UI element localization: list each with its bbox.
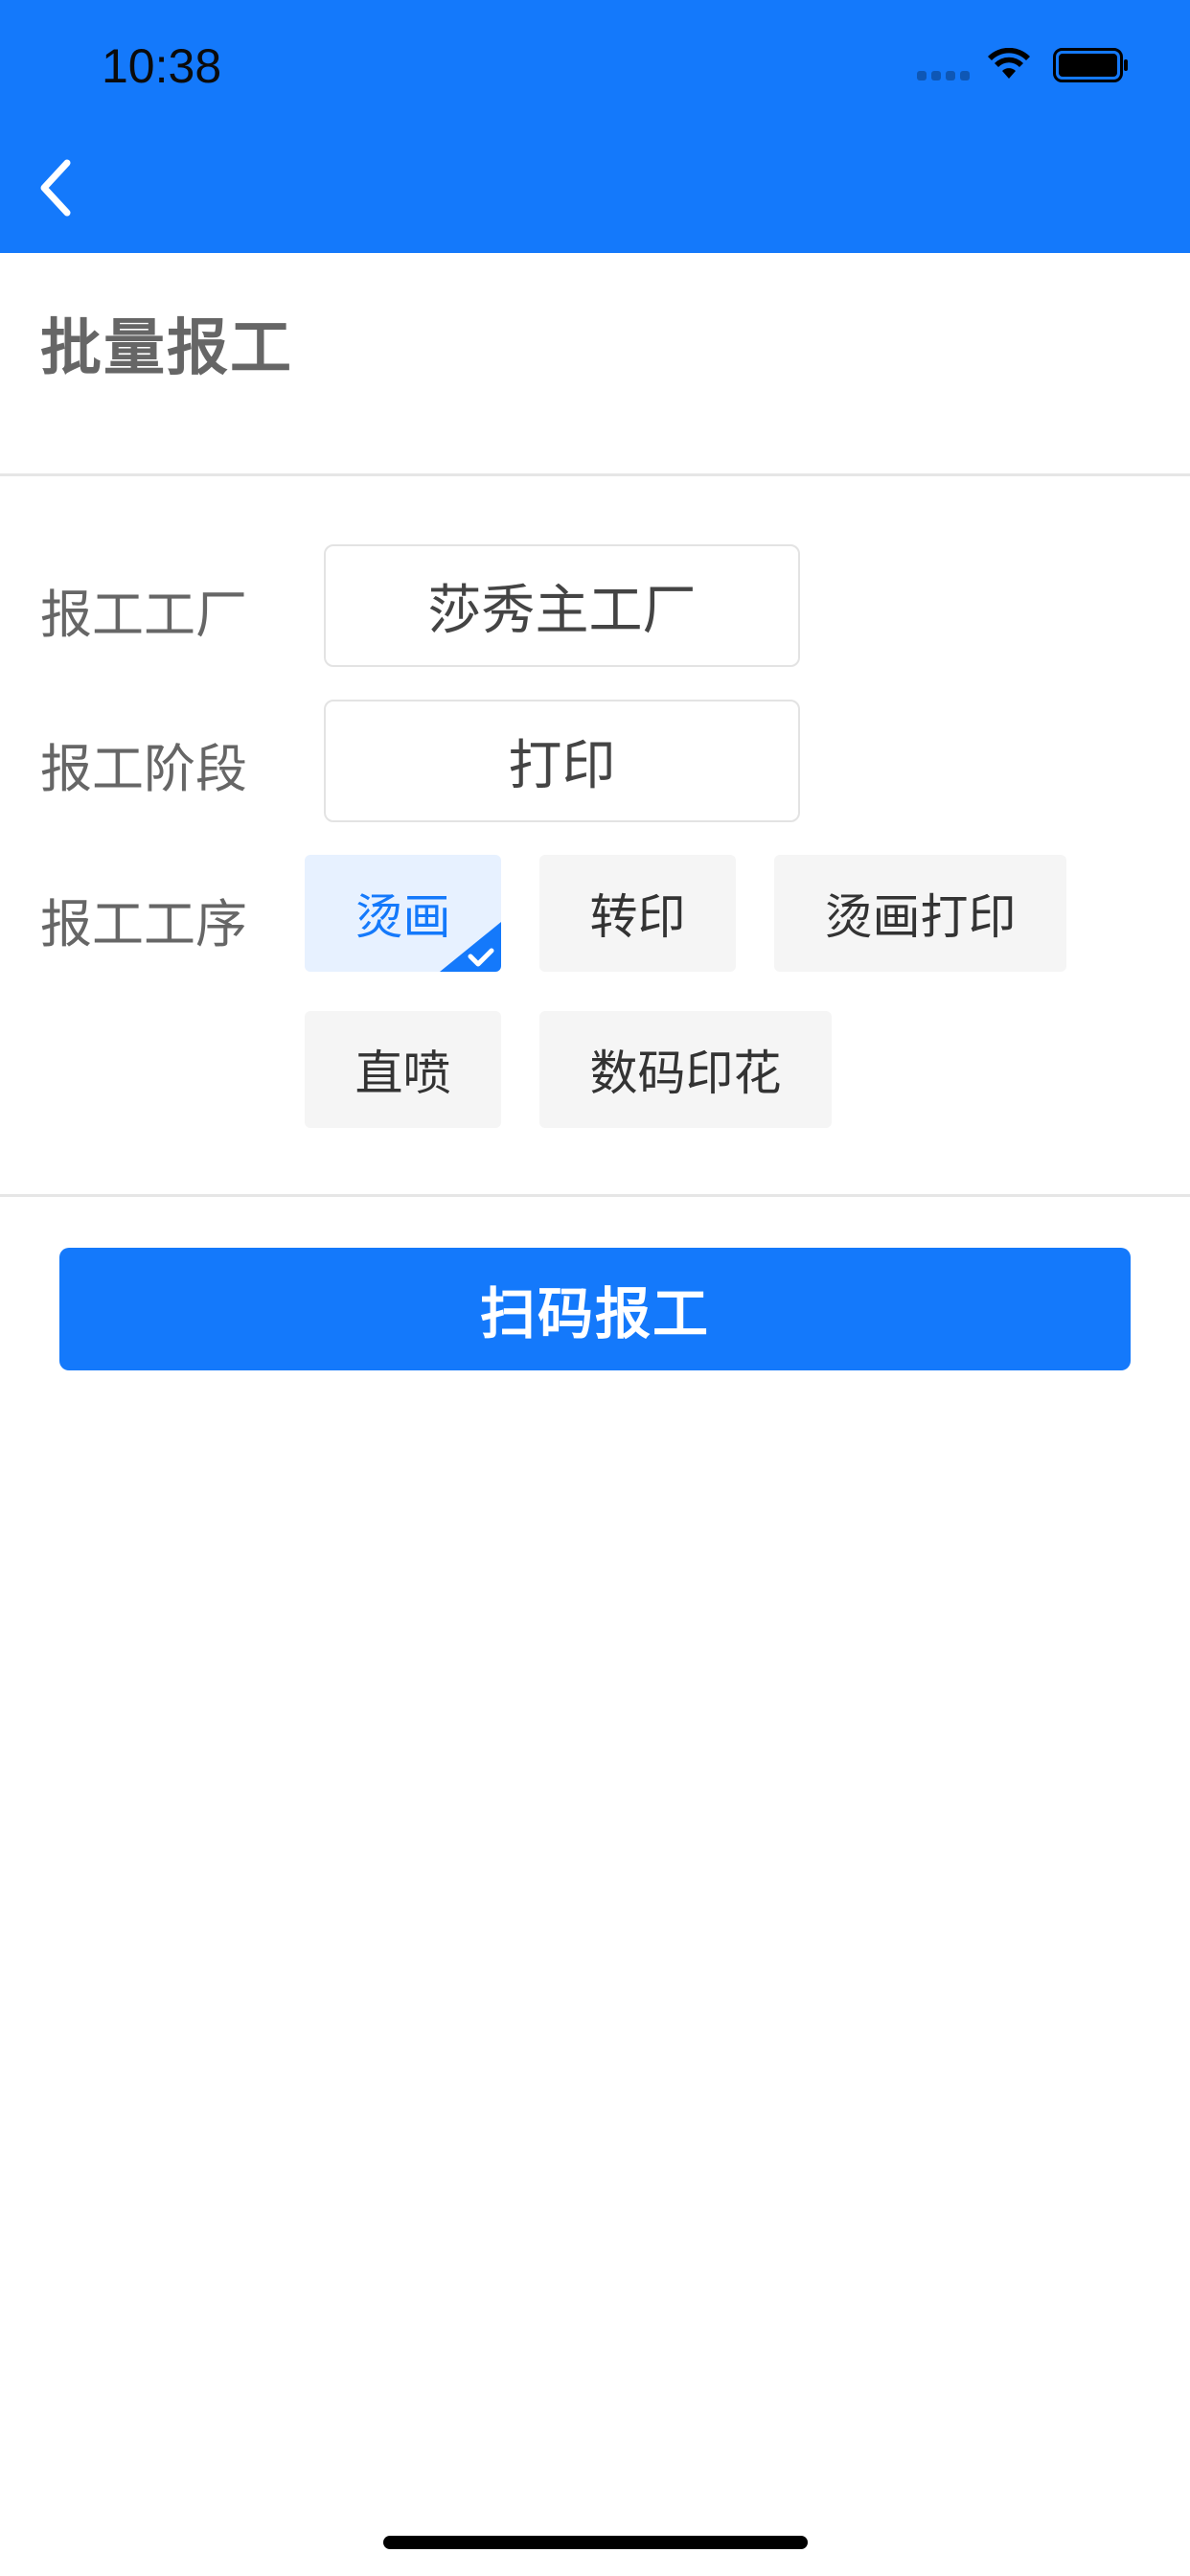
chevron-left-icon: [40, 159, 71, 217]
page-title: 批量报工: [40, 313, 293, 384]
factory-field[interactable]: 莎秀主工厂: [324, 544, 800, 667]
divider: [0, 1194, 1190, 1197]
factory-label: 报工工厂: [40, 585, 247, 645]
process-option-zhipen[interactable]: 直喷: [305, 1011, 501, 1128]
cellular-signal-icon: [917, 71, 970, 80]
process-option-label: 直喷: [355, 1046, 451, 1101]
check-icon: [440, 922, 501, 972]
header-bar: 10:38: [0, 0, 1190, 253]
stage-label: 报工阶段: [40, 739, 247, 799]
app-screen: 10:38 批量报工 报工工厂 莎秀主工厂 报工阶段 打印 报工工序 烫画 转印…: [0, 0, 1190, 2576]
status-time: 10:38: [102, 39, 222, 93]
process-option-tanghua[interactable]: 烫画: [305, 855, 501, 972]
divider: [0, 473, 1190, 476]
process-option-shuma-yinhua[interactable]: 数码印花: [539, 1011, 832, 1128]
process-option-tanghua-dayin[interactable]: 烫画打印: [774, 855, 1066, 972]
process-option-label: 数码印花: [589, 1046, 782, 1101]
process-option-label: 烫画打印: [824, 889, 1017, 945]
home-indicator[interactable]: [383, 2536, 808, 2549]
wifi-icon: [988, 48, 1030, 79]
process-option-zhuanyin[interactable]: 转印: [539, 855, 736, 972]
scan-report-button[interactable]: 扫码报工: [59, 1248, 1131, 1370]
process-option-label: 烫画: [355, 889, 451, 945]
process-label: 报工工序: [40, 894, 247, 954]
stage-field[interactable]: 打印: [324, 700, 800, 822]
process-option-label: 转印: [589, 889, 686, 945]
battery-icon: [1053, 48, 1128, 82]
back-button[interactable]: [27, 150, 84, 226]
